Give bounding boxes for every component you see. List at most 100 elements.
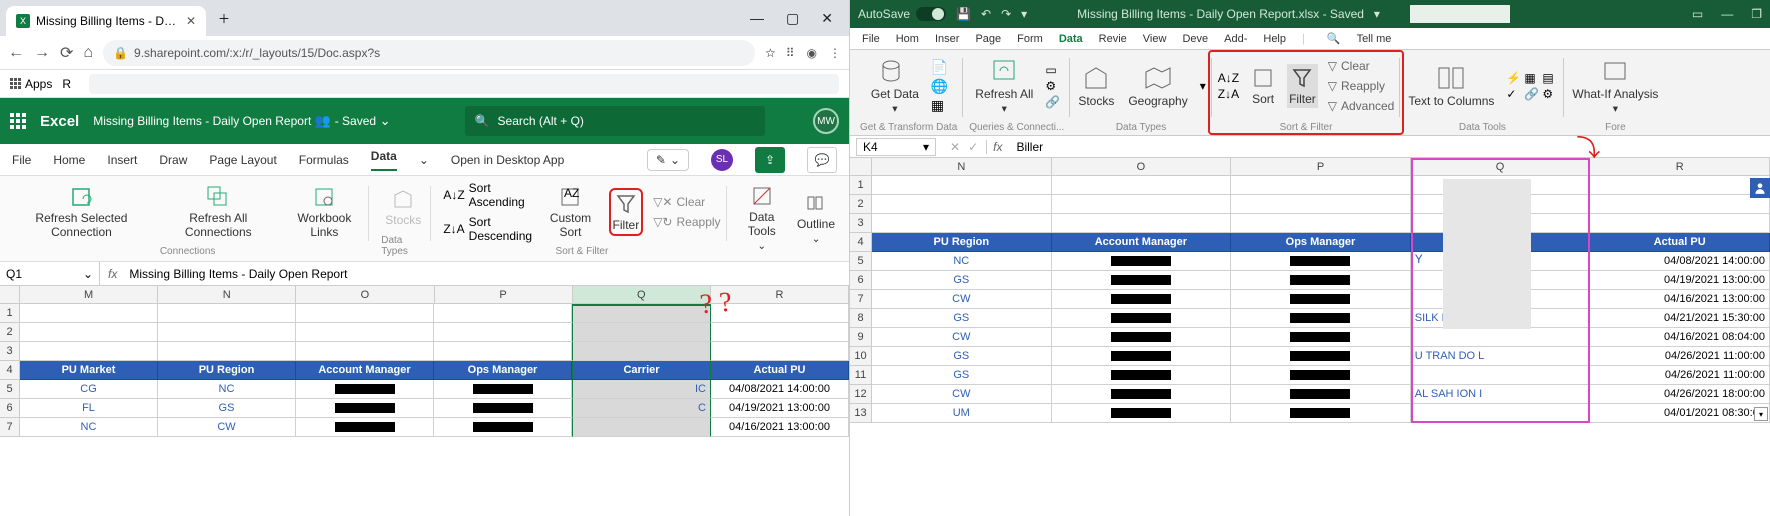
forward-icon[interactable]: → <box>34 44 50 62</box>
tab-insert[interactable]: Inser <box>929 33 965 45</box>
tab-home[interactable]: Hom <box>890 33 925 45</box>
from-table-icon[interactable]: ▦ <box>931 97 948 114</box>
from-text-icon[interactable]: 📄 <box>931 59 948 76</box>
editing-mode-button[interactable]: ✎⌄ <box>647 149 689 171</box>
browser-tab[interactable]: X Missing Billing Items - Daily Ope ✕ <box>6 6 206 36</box>
tab-help[interactable]: Help <box>1257 33 1292 45</box>
sort-desc-icon[interactable]: Z↓A <box>1218 87 1239 101</box>
fx-icon[interactable]: fx <box>987 140 1008 154</box>
document-name[interactable]: Missing Billing Items - Daily Open Repor… <box>93 113 390 129</box>
outline-button[interactable]: Outline ⌄ <box>795 189 837 247</box>
reapply-button[interactable]: ▽Reapply <box>1328 79 1395 93</box>
data-tools-button[interactable]: Data Tools ⌄ <box>739 182 785 254</box>
tab-page-layout[interactable]: Page Layout <box>209 153 276 167</box>
comments-button[interactable]: 💬 <box>807 147 837 173</box>
minimize-icon[interactable]: — <box>1721 7 1733 21</box>
relations-icon[interactable]: 🔗 <box>1524 87 1540 101</box>
filter-button[interactable]: Filter <box>1287 64 1318 108</box>
share-button[interactable]: ⇪ <box>755 147 785 173</box>
extension-icon[interactable]: ⠿ <box>786 46 795 60</box>
tab-draw[interactable]: Draw <box>159 153 187 167</box>
queries-icon[interactable]: ▭ <box>1045 63 1060 77</box>
from-web-icon[interactable]: 🌐 <box>931 78 948 95</box>
tab-developer[interactable]: Deve <box>1176 33 1214 45</box>
data-val-icon[interactable]: ✓ <box>1506 87 1522 101</box>
name-box[interactable]: Q1⌄ <box>0 262 100 285</box>
menu-icon[interactable]: ⋮ <box>829 46 841 60</box>
qat-more-icon[interactable]: ▾ <box>1021 7 1027 21</box>
fx-icon[interactable]: fx <box>100 267 125 281</box>
sort-ascending-button[interactable]: A↓ZSort Ascending <box>443 181 532 209</box>
tab-review[interactable]: Revie <box>1093 33 1133 45</box>
close-tab-icon[interactable]: ✕ <box>186 14 196 28</box>
reapply-filter-button[interactable]: ▽↻Reapply <box>653 215 720 229</box>
text-to-columns-button[interactable]: Text to Columns <box>1406 62 1496 110</box>
formula-value[interactable]: Biller <box>1008 140 1051 154</box>
cancel-icon[interactable]: ✕ <box>950 140 960 154</box>
tab-file[interactable]: File <box>12 153 31 167</box>
close-icon[interactable]: ✕ <box>821 10 833 27</box>
new-tab-button[interactable]: ＋ <box>212 6 236 30</box>
col-header[interactable]: O <box>296 286 434 303</box>
ribbon-options-icon[interactable]: ▭ <box>1692 7 1703 21</box>
redo-icon[interactable]: ↷ <box>1001 7 1011 21</box>
restore-icon[interactable]: ❐ <box>1751 7 1762 21</box>
user-account-box[interactable] <box>1410 5 1510 23</box>
clear-button[interactable]: ▽Clear <box>1328 59 1395 73</box>
clear-filter-button[interactable]: ▽✕Clear <box>653 195 720 209</box>
refresh-all-button[interactable]: Refresh All ▾ <box>973 55 1035 117</box>
filter-button[interactable]: Filter <box>609 188 644 236</box>
workbook-links-button[interactable]: Workbook Links <box>286 183 364 241</box>
search-box[interactable]: 🔍 Search (Alt + Q) <box>465 106 765 136</box>
spreadsheet-grid[interactable]: M N O P Q R 1 2 3 4 PU Market PU Region … <box>0 286 849 437</box>
back-icon[interactable]: ← <box>8 44 24 62</box>
save-icon[interactable]: 💾 <box>956 7 971 21</box>
formula-value[interactable]: Missing Billing Items - Daily Open Repor… <box>125 267 351 281</box>
autosave-toggle[interactable] <box>916 7 946 21</box>
remove-dup-icon[interactable]: ▦ <box>1524 71 1540 85</box>
tab-data[interactable]: Data <box>1053 33 1089 45</box>
avatar[interactable]: MW <box>813 108 839 134</box>
home-icon[interactable]: ⌂ <box>83 44 93 62</box>
tab-open-desktop[interactable]: Open in Desktop App <box>451 153 564 167</box>
custom-sort-button[interactable]: AZCustom Sort <box>542 183 598 241</box>
apps-button[interactable]: Apps <box>10 77 52 91</box>
stocks-button[interactable]: Stocks <box>383 185 423 229</box>
properties-icon[interactable]: ⚙ <box>1045 79 1060 93</box>
col-header[interactable]: N <box>158 286 296 303</box>
geography-button[interactable]: Geography <box>1126 62 1189 110</box>
tab-page[interactable]: Page <box>969 33 1007 45</box>
edit-links-icon[interactable]: 🔗 <box>1045 95 1060 109</box>
tab-insert[interactable]: Insert <box>107 153 137 167</box>
tell-me-search[interactable]: 🔍Tell me <box>1315 32 1404 45</box>
minimize-icon[interactable]: — <box>750 10 764 27</box>
tab-addins[interactable]: Add- <box>1218 33 1253 45</box>
presence-avatar[interactable]: SL <box>711 149 733 171</box>
col-header-selected[interactable]: Q <box>573 286 711 303</box>
tab-formulas[interactable]: Form <box>1011 33 1049 45</box>
consolidate-icon[interactable]: ▤ <box>1542 71 1558 85</box>
stocks-button[interactable]: Stocks <box>1076 62 1116 110</box>
flash-fill-icon[interactable]: ⚡ <box>1506 71 1522 85</box>
sort-button[interactable]: Sort <box>1249 64 1277 108</box>
refresh-all-button[interactable]: Refresh All Connections <box>161 183 276 241</box>
name-box[interactable]: K4▾ <box>856 138 936 156</box>
col-header[interactable]: M <box>20 286 158 303</box>
get-data-button[interactable]: Get Data ▾ <box>869 55 921 117</box>
whatif-button[interactable]: What-If Analysis ▾ <box>1570 55 1660 117</box>
manage-icon[interactable]: ⚙ <box>1542 87 1558 101</box>
refresh-selected-button[interactable]: Refresh Selected Connection <box>12 183 151 241</box>
sort-descending-button[interactable]: Z↓ASort Descending <box>443 215 532 243</box>
undo-icon[interactable]: ↶ <box>981 7 991 21</box>
col-header[interactable]: P <box>435 286 573 303</box>
tab-formulas[interactable]: Formulas <box>299 153 349 167</box>
maximize-icon[interactable]: ▢ <box>786 10 799 27</box>
bookmark-item[interactable]: R <box>62 77 71 91</box>
tab-home[interactable]: Home <box>53 153 85 167</box>
reload-icon[interactable]: ⟳ <box>60 43 73 63</box>
sort-asc-icon[interactable]: A↓Z <box>1218 71 1239 85</box>
tab-data[interactable]: Data <box>371 149 397 171</box>
tab-view[interactable]: View <box>1137 33 1173 45</box>
spreadsheet-grid[interactable]: N O P Q R 1▾ 2 3 4 PU Region Account Man… <box>850 158 1770 423</box>
app-launcher-icon[interactable] <box>10 113 26 129</box>
